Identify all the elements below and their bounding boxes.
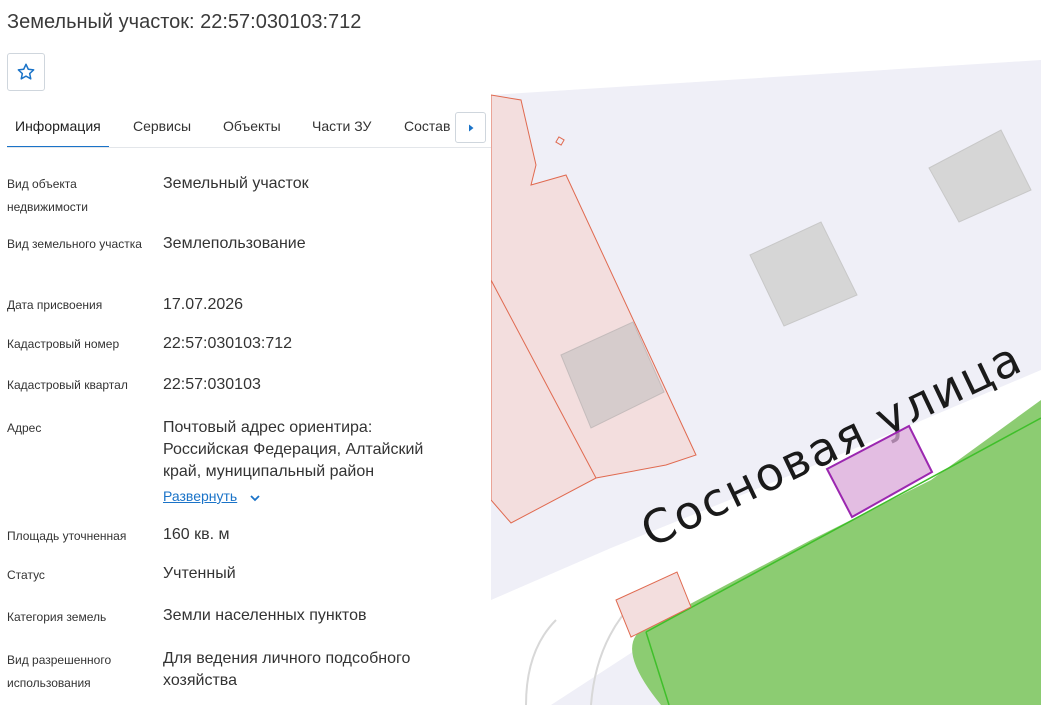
page-title: Земельный участок: 22:57:030103:712 xyxy=(7,11,362,33)
tab-composition[interactable]: Состав xyxy=(404,118,450,134)
value-cadastral-number: 22:57:030103:712 xyxy=(163,335,293,352)
caret-right-icon xyxy=(468,124,473,131)
value-status: Учтенный xyxy=(163,565,236,582)
value-address: Почтовый адрес ориентира: Российская Фед… xyxy=(163,419,424,480)
value-assignment-date: 17.07.2026 xyxy=(163,296,244,313)
tab-objects[interactable]: Объекты xyxy=(223,118,281,134)
chevron-down-icon[interactable] xyxy=(249,492,261,504)
value-cadastral-quarter: 22:57:030103 xyxy=(163,376,261,393)
label-land-category: Категория земель xyxy=(7,610,107,624)
address-expand-link[interactable]: Развернуть xyxy=(163,488,237,504)
label-land-type: Вид земельного участка xyxy=(7,237,142,251)
tab-parts[interactable]: Части ЗУ xyxy=(312,118,371,134)
label-permitted-use: Вид разрешенного использования xyxy=(7,653,112,690)
label-area: Площадь уточненная xyxy=(7,529,127,543)
label-address: Адрес xyxy=(7,421,42,435)
tab-bar: Информация Сервисы Объекты Части ЗУ Сост… xyxy=(0,107,491,148)
info-panel: Земельный участок: 22:57:030103:712 Инфо… xyxy=(0,0,491,705)
tab-information[interactable]: Информация xyxy=(15,118,101,134)
map-view[interactable]: Сосновая улица xyxy=(491,0,1041,705)
label-assignment-date: Дата присвоения xyxy=(7,298,103,312)
tabs-scroll-right-button[interactable] xyxy=(455,112,486,143)
tab-divider xyxy=(7,147,491,148)
map-canvas[interactable]: Сосновая улица xyxy=(491,0,1041,705)
label-object-type: Вид объекта недвижимости xyxy=(7,177,88,214)
favorite-button[interactable] xyxy=(7,53,45,91)
value-permitted-use: Для ведения личного подсобного хозяйства xyxy=(163,650,411,689)
value-area: 160 кв. м xyxy=(163,526,230,543)
tab-services[interactable]: Сервисы xyxy=(133,118,191,134)
label-status: Статус xyxy=(7,568,45,582)
star-icon xyxy=(17,63,35,80)
value-land-category: Земли населенных пунктов xyxy=(163,607,367,624)
label-cadastral-number: Кадастровый номер xyxy=(7,337,120,351)
value-land-type: Землепользование xyxy=(163,235,306,252)
value-object-type: Земельный участок xyxy=(163,175,309,192)
label-cadastral-quarter: Кадастровый квартал xyxy=(7,378,128,392)
